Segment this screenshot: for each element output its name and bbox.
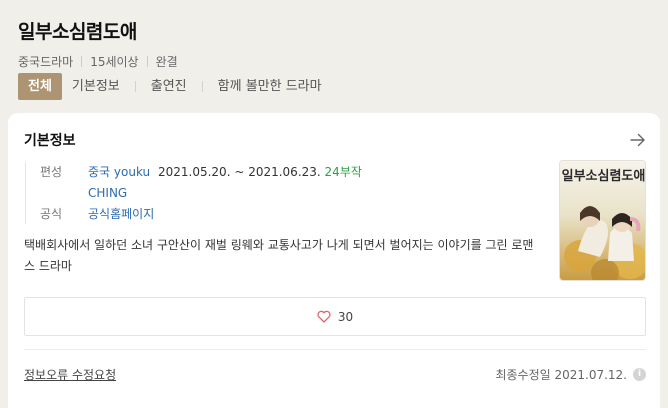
meta-rating: 15세이상 [90, 54, 139, 69]
like-count: 30 [337, 309, 354, 324]
page-title: 일부소심렴도애 [18, 21, 137, 43]
tab-divider [201, 81, 203, 92]
meta-divider [81, 55, 83, 67]
homepage-link[interactable]: 공식홈페이지 [88, 204, 154, 224]
info-row-broadcast: 편성 중국 youku 2021.05.20. ~ 2021.06.23. 24… [40, 162, 540, 182]
tab-cast[interactable]: 출연진 [141, 73, 197, 100]
official-label: 공식 [40, 207, 63, 221]
broadcast-label: 편성 [40, 165, 63, 179]
poster-image[interactable]: 일부소심렴도애 [559, 160, 646, 281]
basic-info-card: 기본정보 편성 중국 youku 2021.05.20. ~ 2021.06.2… [8, 113, 660, 408]
channel-link-ching[interactable]: CHING [88, 183, 127, 203]
tab-basic-info[interactable]: 기본정보 [62, 73, 130, 100]
card-header: 기본정보 [24, 129, 646, 151]
arrow-right-icon[interactable] [630, 133, 646, 147]
meta-genre: 중국드라마 [18, 54, 74, 69]
air-period: 2021.05.20. ~ 2021.06.23. [157, 165, 321, 179]
card-title: 기본정보 [24, 133, 76, 149]
like-button[interactable]: 30 [24, 297, 646, 336]
country-link[interactable]: 중국 [88, 165, 110, 179]
episode-count: 24부작 [324, 165, 362, 179]
card-footer: 정보오류 수정요청 최종수정일 2021.07.12. i [24, 364, 646, 384]
last-updated: 최종수정일 2021.07.12. i [495, 366, 646, 383]
tab-all[interactable]: 전체 [18, 73, 62, 100]
tab-bar: 전체 기본정보 출연진 함께 볼만한 드라마 [18, 73, 332, 100]
drama-meta: 중국드라마 15세이상 완결 [18, 52, 650, 70]
tab-recommendations[interactable]: 함께 볼만한 드라마 [208, 73, 332, 100]
synopsis: 택배회사에서 일하던 소녀 구안산이 재벌 링웨와 교통사고가 나게 되면서 벌… [24, 238, 534, 273]
poster-illustration: 일부소심렴도애 [560, 161, 646, 280]
channel-link[interactable]: youku [114, 165, 150, 179]
report-error-link[interactable]: 정보오류 수정요청 [24, 366, 116, 383]
info-icon[interactable]: i [633, 367, 646, 381]
info-row-official: 공식 공식홈페이지 [40, 204, 540, 224]
info-row-channel2: CHING [40, 183, 540, 203]
broadcast-info: 편성 중국 youku 2021.05.20. ~ 2021.06.23. 24… [25, 162, 540, 224]
meta-divider [146, 55, 148, 67]
tab-divider [134, 81, 136, 92]
meta-status: 완결 [155, 54, 178, 69]
poster-title: 일부소심렴도애 [562, 168, 646, 184]
heart-icon [317, 310, 331, 323]
last-updated-text: 최종수정일 2021.07.12. [495, 367, 627, 382]
footer-divider [24, 349, 646, 350]
